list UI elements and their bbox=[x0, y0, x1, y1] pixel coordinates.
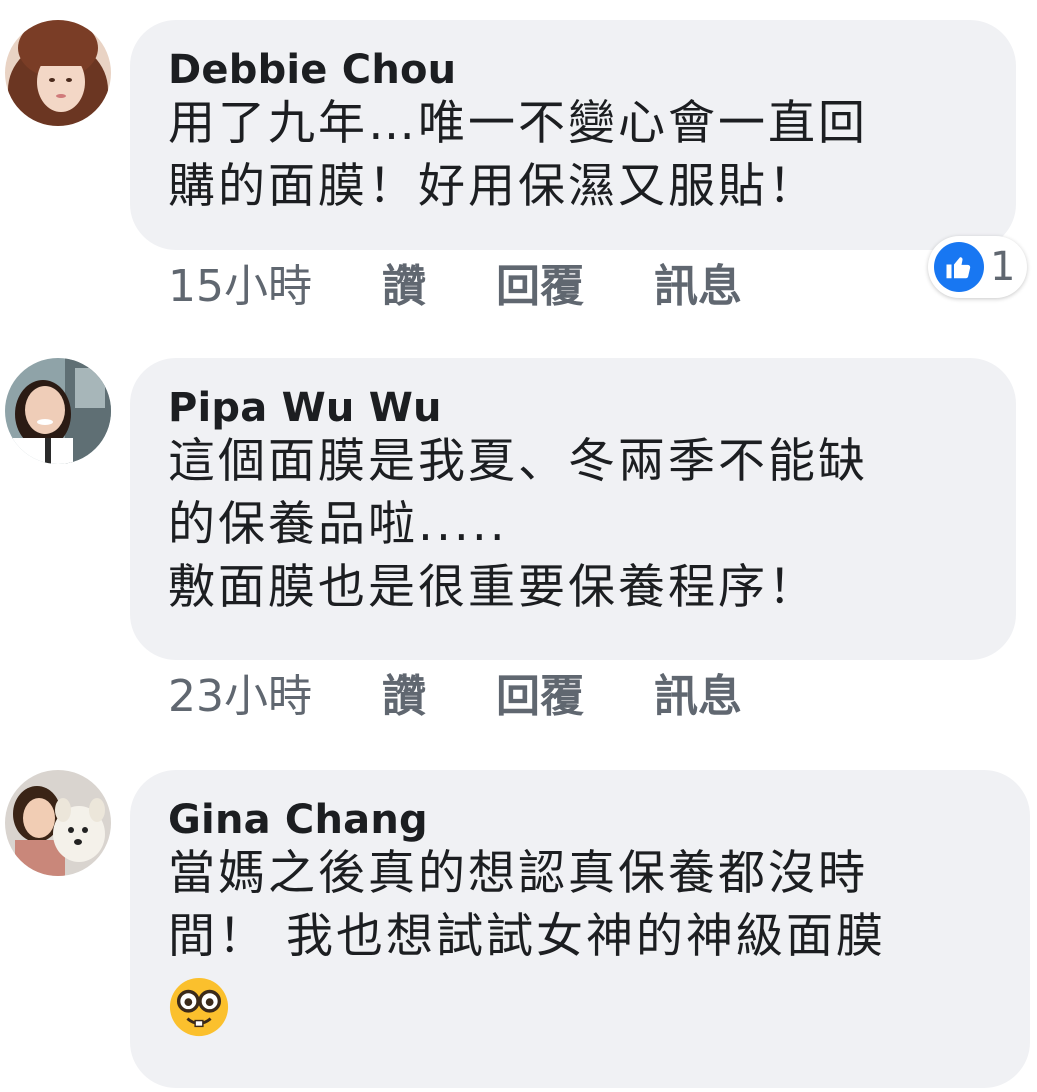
avatar[interactable] bbox=[5, 20, 111, 126]
comment-bubble: Pipa Wu Wu 這個面膜是我夏、冬兩季不能缺 的保養品啦..... 敷面膜… bbox=[130, 358, 1016, 660]
message-button[interactable]: 訊息 bbox=[654, 672, 742, 722]
comment-author[interactable]: Gina Chang bbox=[168, 798, 1000, 842]
reply-button[interactable]: 回覆 bbox=[496, 672, 584, 722]
comment-bubble: Debbie Chou 用了九年…唯一不變心會一直回 購的面膜！好用保濕又服貼！ bbox=[130, 20, 1016, 250]
comment-timestamp[interactable]: 15小時 bbox=[168, 262, 312, 312]
comment-actions: 23小時 讚 回覆 訊息 bbox=[168, 672, 798, 722]
thumbs-up-icon bbox=[934, 242, 984, 292]
reply-button[interactable]: 回覆 bbox=[496, 262, 584, 312]
comment-author[interactable]: Debbie Chou bbox=[168, 48, 986, 92]
comment-bubble: Gina Chang 當媽之後真的想認真保養都沒時 間！ 我也想試試女神的神級面… bbox=[130, 770, 1030, 1088]
avatar-photo-icon bbox=[5, 358, 111, 464]
avatar-photo-icon bbox=[5, 770, 111, 876]
comment-text-line: 這個面膜是我夏、冬兩季不能缺 bbox=[168, 434, 868, 489]
avatar-photo-icon bbox=[5, 20, 111, 126]
comment-actions: 15小時 讚 回覆 訊息 bbox=[168, 262, 798, 312]
comment-author[interactable]: Pipa Wu Wu bbox=[168, 386, 986, 430]
like-button[interactable]: 讚 bbox=[382, 262, 426, 312]
comment-text-line: 敷面膜也是很重要保養程序！ bbox=[168, 560, 818, 615]
nerd-face-emoji-icon bbox=[168, 976, 230, 1038]
comment-text-line: 間！ 我也想試試女神的神級面膜 bbox=[168, 909, 886, 964]
avatar[interactable] bbox=[5, 770, 111, 876]
comment-text-line: 購的面膜！好用保濕又服貼！ bbox=[168, 159, 818, 214]
message-button[interactable]: 訊息 bbox=[654, 262, 742, 312]
comment-timestamp[interactable]: 23小時 bbox=[168, 672, 312, 722]
comment-text-line: 當媽之後真的想認真保養都沒時 bbox=[168, 846, 868, 901]
comment-text-line: 的保養品啦..... bbox=[168, 497, 508, 552]
comment-text-line: 用了九年…唯一不變心會一直回 bbox=[168, 96, 868, 151]
reaction-badge[interactable]: 1 bbox=[928, 236, 1028, 298]
like-button[interactable]: 讚 bbox=[382, 672, 426, 722]
reaction-count: 1 bbox=[990, 244, 1016, 290]
avatar[interactable] bbox=[5, 358, 111, 464]
